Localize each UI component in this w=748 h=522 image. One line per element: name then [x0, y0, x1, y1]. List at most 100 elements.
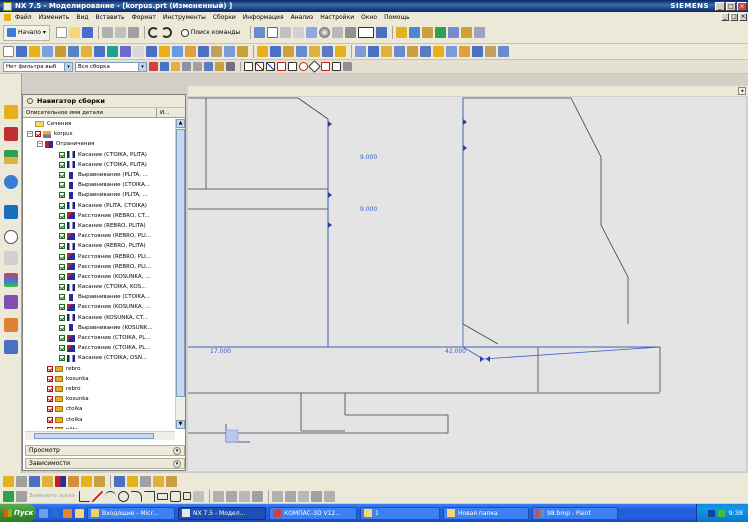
hole-icon[interactable]	[42, 46, 53, 57]
constraint-checkbox[interactable]	[59, 172, 65, 179]
pattern-icon[interactable]	[185, 46, 196, 57]
minimize-button[interactable]: _	[715, 1, 725, 11]
snap-quadrant-icon[interactable]	[308, 60, 321, 73]
constraint-checkbox[interactable]	[59, 345, 65, 352]
component-checkbox[interactable]	[47, 406, 53, 413]
constraint-checkbox[interactable]	[59, 263, 65, 270]
command-search-button[interactable]: Поиск команды	[178, 26, 243, 40]
sync-copy-icon[interactable]	[433, 46, 444, 57]
constraint-checkbox[interactable]	[59, 243, 65, 250]
sync-move-icon[interactable]	[355, 46, 366, 57]
taskbar-item-folder-1[interactable]: 1	[360, 506, 440, 520]
taskbar-item-kompas[interactable]: КОМПАС-3D V12...	[269, 506, 357, 520]
component-checkbox[interactable]	[47, 365, 53, 372]
menu-file[interactable]: Файл	[15, 14, 32, 21]
blend-icon[interactable]	[133, 46, 144, 57]
taskbar-item-nx[interactable]: NX 7.5 - Модел...	[178, 506, 266, 520]
constraint-row[interactable]: Касание (CTOIKA, PLITA)	[23, 160, 175, 170]
assembly-constraints-icon[interactable]	[55, 475, 66, 487]
polygon-icon[interactable]	[169, 490, 181, 502]
dimension-label[interactable]: 9.000	[360, 154, 377, 161]
circle-icon[interactable]	[117, 490, 129, 502]
snap-intersection-icon[interactable]	[288, 62, 297, 71]
snap-line-icon[interactable]	[255, 62, 264, 71]
chevron-left-icon[interactable]: ◂	[738, 87, 746, 95]
fillet-icon[interactable]	[130, 490, 142, 502]
sketch-plane-icon[interactable]	[16, 490, 27, 502]
constraint-checkbox[interactable]	[59, 294, 65, 301]
profile-icon[interactable]	[78, 490, 90, 502]
constraint-row[interactable]: Расстояние (REBRO, PLI...	[23, 231, 175, 241]
constraint-row[interactable]: Касание (REBRO, PLITA)	[23, 221, 175, 231]
component-row[interactable]: ctoika	[23, 414, 175, 424]
explode-icon[interactable]	[422, 27, 434, 38]
constraint-row[interactable]: Расстояние (KOSUNKA, ...	[23, 272, 175, 282]
constraint-row[interactable]: Выравнивание (PLITA, ...	[23, 190, 175, 200]
spline-icon[interactable]	[192, 490, 204, 502]
constraint-row[interactable]: Расстояние (REBRO, PLI...	[23, 251, 175, 261]
tree-row-constraints[interactable]: − Ограничения	[23, 139, 175, 149]
select-sketch-icon[interactable]	[226, 62, 235, 71]
constraint-navigator-tab-icon[interactable]	[4, 127, 18, 141]
wcs-icon[interactable]	[293, 27, 305, 38]
sketch-icon[interactable]	[3, 46, 14, 57]
constraint-row[interactable]: Касание (KOSUNKA, CT...	[23, 313, 175, 323]
media-player-icon[interactable]	[63, 508, 72, 518]
trim-body-icon[interactable]	[172, 46, 183, 57]
constraint-row[interactable]: Касание (CTOIKA, PLITA)	[23, 150, 175, 160]
pad-icon[interactable]	[81, 46, 92, 57]
reuse-library-tab-icon[interactable]	[4, 175, 18, 189]
component-row[interactable]: rebro	[23, 364, 175, 374]
constraint-checkbox[interactable]	[59, 182, 65, 189]
doc-close-button[interactable]: ×	[739, 13, 747, 21]
finish-sketch-icon[interactable]	[3, 490, 14, 502]
select-filter-icon[interactable]	[254, 27, 266, 38]
roles-tab-icon[interactable]	[4, 318, 18, 332]
network-icon[interactable]	[718, 509, 726, 517]
chamfer-sketch-icon[interactable]	[143, 490, 155, 502]
sync-offset-icon[interactable]	[381, 46, 392, 57]
constraint-checkbox[interactable]	[59, 161, 65, 168]
constraint-checkbox[interactable]	[59, 253, 65, 260]
layer-icon[interactable]	[376, 27, 388, 38]
constraint-row[interactable]: Расстояние (KOSUNKA, ...	[23, 302, 175, 312]
close-button[interactable]: ×	[737, 1, 747, 11]
paste-icon[interactable]	[127, 27, 139, 38]
measure-icon[interactable]	[435, 27, 447, 38]
collapse-icon[interactable]: −	[37, 141, 43, 148]
constraint-row[interactable]: Выравнивание (KOSUNK...	[23, 323, 175, 333]
scroll-down-icon[interactable]: ▼	[176, 420, 185, 429]
view-display-icon[interactable]	[358, 27, 375, 38]
component-row[interactable]: rebro	[23, 384, 175, 394]
cut-icon[interactable]	[101, 27, 113, 38]
thicken-icon[interactable]	[283, 46, 294, 57]
orient-view-icon[interactable]	[280, 27, 292, 38]
constraint-row[interactable]: Расстояние (REBRO, PLI...	[23, 262, 175, 272]
constraint-checkbox[interactable]	[59, 284, 65, 291]
offset-curve-icon[interactable]	[251, 490, 263, 502]
exploded-views-icon[interactable]	[127, 475, 138, 487]
menu-analysis[interactable]: Анализ	[291, 14, 314, 21]
taskbar-item-outlook[interactable]: Входящие - Micr...	[87, 506, 175, 520]
visibility-checkbox[interactable]	[35, 131, 41, 138]
component-checkbox[interactable]	[47, 426, 53, 429]
select-body-icon[interactable]	[182, 62, 191, 71]
scroll-thumb[interactable]	[34, 433, 154, 439]
sync-delete-icon[interactable]	[420, 46, 431, 57]
snap-center-icon[interactable]	[299, 62, 308, 71]
new-parent-icon[interactable]	[29, 475, 40, 487]
unite-icon[interactable]	[211, 46, 222, 57]
select-all-icon[interactable]	[160, 62, 169, 71]
dimension-label[interactable]: 9.000	[360, 206, 377, 213]
scope-combo[interactable]: Вся сборка ▾	[75, 61, 147, 72]
shaded-view-icon[interactable]	[319, 27, 331, 38]
pocket-icon[interactable]	[68, 46, 79, 57]
constraint-checkbox[interactable]	[59, 151, 65, 158]
history-tab-icon[interactable]	[4, 230, 18, 244]
constraint-checkbox[interactable]	[59, 304, 65, 311]
constraint-checkbox[interactable]	[59, 335, 65, 342]
menu-preferences[interactable]: Настройки	[320, 14, 354, 21]
sequence-icon[interactable]	[153, 475, 164, 487]
component-checkbox[interactable]	[47, 375, 53, 382]
constraint-checkbox[interactable]	[59, 314, 65, 321]
